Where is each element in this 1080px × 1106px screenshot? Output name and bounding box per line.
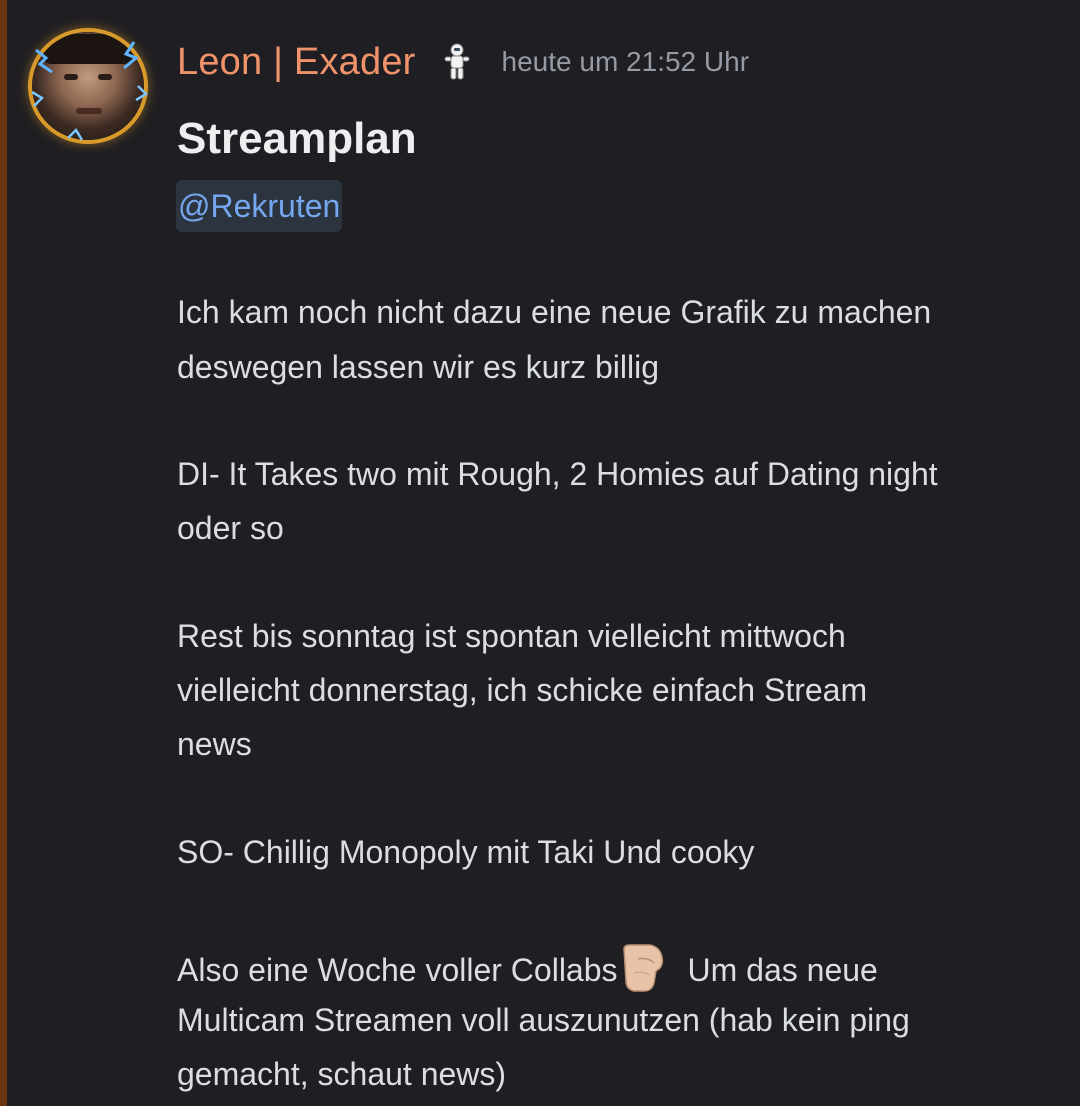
astronaut-icon	[444, 43, 470, 80]
avatar[interactable]	[24, 28, 152, 144]
message-text-line: gemacht, schaut news)	[177, 1056, 507, 1092]
message-text-line: Rest bis sonntag ist spontan vielleicht …	[177, 618, 846, 654]
message-text-segment: Also eine Woche voller Collabs	[177, 952, 618, 988]
message-text-segment: Um das neue	[687, 952, 878, 988]
author-name[interactable]: Leon | Exader	[177, 41, 416, 84]
message-text-line: Multicam Streamen voll auszunutzen (hab …	[177, 1002, 910, 1038]
message-header: Leon | Exader heute um 21:52 Uhr	[177, 36, 749, 88]
message-text-line: DI- It Takes two mit Rough, 2 Homies auf…	[177, 456, 938, 492]
message-text-line: vielleicht donnerstag, ich schicke einfa…	[177, 672, 868, 708]
message-text-line: deswegen lassen wir es kurz billig	[177, 349, 659, 385]
message-title: Streamplan	[177, 114, 417, 163]
chat-message: Leon | Exader heute um 21:52 Uhr Streamp…	[0, 0, 1080, 1106]
message-text-line: oder so	[177, 510, 284, 546]
message-timestamp[interactable]: heute um 21:52 Uhr	[502, 46, 750, 78]
pointing-hand-emoji-icon	[622, 944, 663, 992]
message-text-line-with-emoji: Also eine Woche voller Collabs Um das ne…	[177, 943, 878, 995]
message-text-line: Ich kam noch nicht dazu eine neue Grafik…	[177, 294, 932, 330]
role-mention[interactable]: @Rekruten	[176, 180, 343, 232]
avatar-decoration-lightning-icon	[31, 41, 149, 141]
message-text-line: news	[177, 726, 252, 762]
message-text-line: SO- Chillig Monopoly mit Taki Und cooky	[177, 834, 755, 870]
